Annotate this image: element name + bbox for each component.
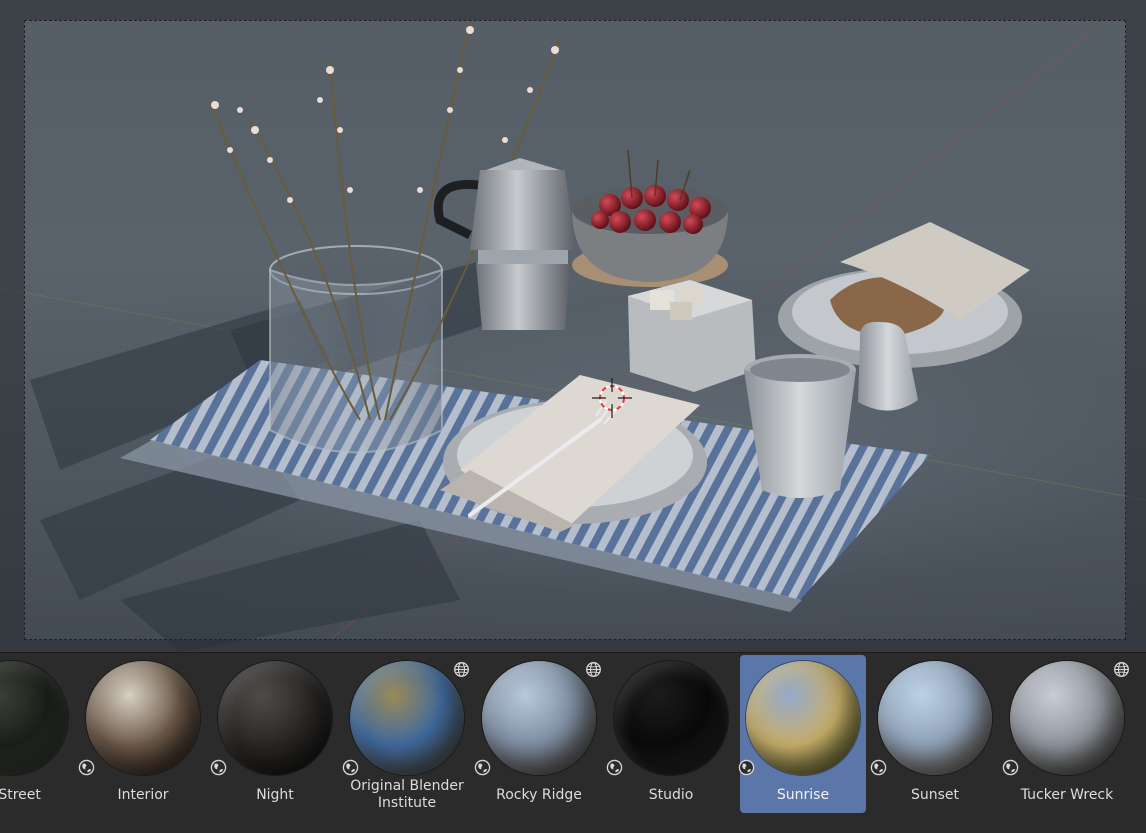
- world-asset-icon: [474, 759, 491, 776]
- world-asset-icon: [78, 759, 95, 776]
- hdri-preview-sphere: [1010, 661, 1124, 775]
- world-asset-icon: [342, 759, 359, 776]
- world-asset-icon: [1002, 759, 1019, 776]
- hdri-item-label: Rocky Ridge: [496, 787, 582, 803]
- globe-icon: [1113, 661, 1130, 678]
- globe-icon: [453, 661, 470, 678]
- hdri-item-night[interactable]: Night: [210, 655, 338, 813]
- hdri-shelf[interactable]: st Street Interior Night Original Blender I…: [0, 652, 1146, 833]
- passepartout-top: [0, 0, 1146, 20]
- hdri-item-sunrise[interactable]: Sunrise: [738, 655, 866, 813]
- world-asset-icon: [738, 759, 755, 776]
- hdri-preview-sphere: [86, 661, 200, 775]
- hdri-preview-sphere: [746, 661, 860, 775]
- hdri-preview-sphere: [0, 661, 68, 775]
- hdri-preview-sphere: [878, 661, 992, 775]
- hdri-item-studio[interactable]: Studio: [606, 655, 734, 813]
- world-asset-icon: [210, 759, 227, 776]
- hdri-item-label: Sunset: [910, 787, 960, 803]
- hdri-item-st-street[interactable]: st Street: [0, 655, 74, 813]
- passepartout-right: [1126, 20, 1146, 640]
- hdri-item-tucker-wreck[interactable]: Tucker Wreck: [1002, 655, 1130, 813]
- passepartout-bottom: [0, 640, 1146, 652]
- hdri-item-label: Studio: [648, 787, 694, 803]
- hdri-item-label: Original Blender Institute: [350, 778, 464, 811]
- hdri-item-sunset[interactable]: Sunset: [870, 655, 998, 813]
- hdri-item-label: Tucker Wreck: [1020, 787, 1114, 803]
- viewport-3d[interactable]: [0, 0, 1146, 652]
- hdri-item-label: st Street: [0, 787, 41, 803]
- rendered-scene: [0, 9, 1146, 652]
- globe-icon: [585, 661, 602, 678]
- hdri-preview-sphere: [482, 661, 596, 775]
- hdri-item-label: Sunrise: [776, 787, 830, 803]
- hdri-item-original-blender-institute[interactable]: Original Blender Institute: [342, 655, 470, 813]
- passepartout-left: [0, 20, 24, 640]
- world-asset-icon: [606, 759, 623, 776]
- hdri-preview-sphere: [350, 661, 464, 775]
- hdri-preview-sphere: [218, 661, 332, 775]
- hdri-preview-sphere: [614, 661, 728, 775]
- world-asset-icon: [870, 759, 887, 776]
- hdri-item-label: Interior: [117, 787, 169, 803]
- hdri-item-interior[interactable]: Interior: [78, 655, 206, 813]
- hdri-item-rocky-ridge[interactable]: Rocky Ridge: [474, 655, 602, 813]
- hdri-item-label: Night: [256, 787, 294, 803]
